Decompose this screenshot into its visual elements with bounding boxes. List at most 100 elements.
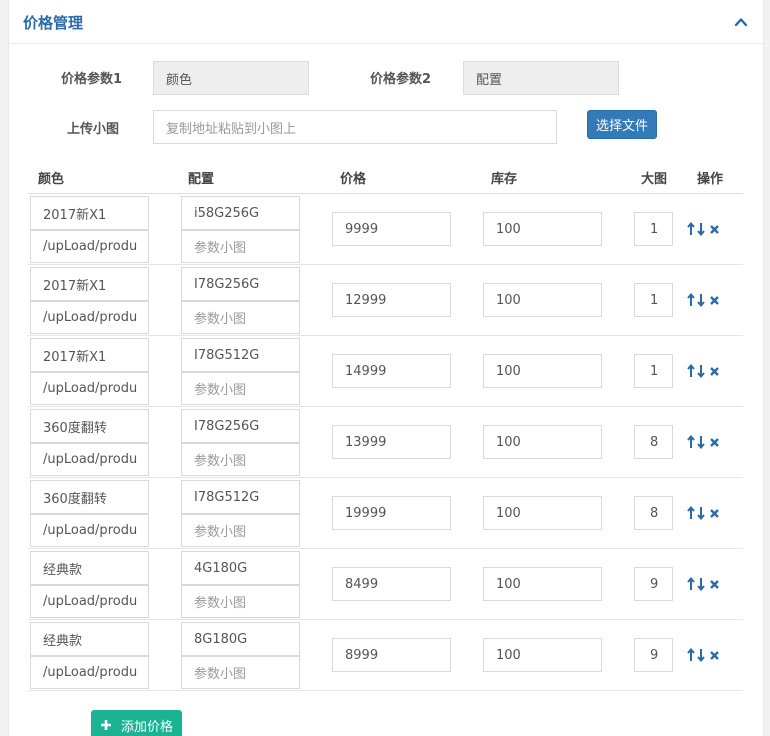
config-image-input[interactable]: 参数小图 — [181, 372, 300, 405]
arrow-down-icon[interactable] — [697, 506, 705, 520]
config-value-input[interactable]: i58G256G — [181, 196, 300, 230]
row-actions — [687, 220, 727, 238]
table-row: 2017新X1/upLoad/produ I78G256G 参数小图 12999 100… — [28, 265, 743, 336]
delete-icon[interactable] — [709, 435, 721, 449]
table-row: 经典款/upLoad/produ 4G180G 参数小图 8499 100 9 — [28, 549, 743, 620]
add-price-label: 添加价格 — [121, 719, 174, 735]
price-input[interactable]: 12999 — [332, 283, 451, 317]
delete-icon[interactable] — [709, 577, 721, 591]
color-image-input[interactable]: /upLoad/produ — [30, 514, 149, 547]
big-image-input[interactable]: 9 — [634, 567, 673, 601]
config-value-input[interactable]: 8G180G — [181, 622, 300, 656]
arrow-down-icon[interactable] — [697, 364, 705, 378]
arrow-down-icon[interactable] — [697, 222, 705, 236]
color-value-input[interactable]: 经典款 — [30, 551, 149, 585]
choose-file-button[interactable]: 选择文件 — [587, 110, 657, 139]
color-image-input[interactable]: /upLoad/produ — [30, 230, 149, 263]
header-big-image: 大图 — [641, 172, 668, 187]
delete-icon[interactable] — [709, 364, 721, 378]
stock-input[interactable]: 100 — [483, 567, 602, 601]
arrow-up-icon[interactable] — [687, 648, 695, 662]
color-image-input[interactable]: /upLoad/produ — [30, 443, 149, 476]
price-input[interactable]: 14999 — [332, 354, 451, 388]
delete-icon[interactable] — [709, 506, 721, 520]
config-value-input[interactable]: I78G512G — [181, 480, 300, 514]
row-actions — [687, 362, 727, 380]
color-value-input[interactable]: 360度翻转 — [30, 409, 149, 443]
color-image-input[interactable]: /upLoad/produ — [30, 301, 149, 334]
header-config: 配置 — [188, 172, 215, 187]
arrow-down-icon[interactable] — [697, 648, 705, 662]
color-value-input[interactable]: 2017新X1 — [30, 196, 149, 230]
color-image-input[interactable]: /upLoad/produ — [30, 656, 149, 689]
big-image-input[interactable]: 1 — [634, 354, 673, 388]
stock-input[interactable]: 100 — [483, 212, 602, 246]
delete-icon[interactable] — [709, 648, 721, 662]
param2-label: 价格参数2 — [370, 72, 432, 87]
arrow-down-icon[interactable] — [697, 293, 705, 307]
header-price: 价格 — [340, 172, 367, 187]
price-input[interactable]: 8999 — [332, 638, 451, 672]
config-value-input[interactable]: I78G512G — [181, 338, 300, 372]
big-image-input[interactable]: 1 — [634, 283, 673, 317]
upload-url-input[interactable]: 复制地址粘贴到小图上 — [153, 110, 557, 144]
delete-icon[interactable] — [709, 222, 721, 236]
row-actions — [687, 291, 727, 309]
color-image-input[interactable]: /upLoad/produ — [30, 372, 149, 405]
param1-field[interactable]: 颜色 — [153, 61, 309, 95]
arrow-up-icon[interactable] — [687, 364, 695, 378]
color-image-input[interactable]: /upLoad/produ — [30, 585, 149, 618]
color-value-input[interactable]: 经典款 — [30, 622, 149, 656]
upload-label: 上传小图 — [67, 122, 120, 137]
chevron-up-icon[interactable] — [733, 14, 749, 30]
arrow-down-icon[interactable] — [697, 435, 705, 449]
config-image-input[interactable]: 参数小图 — [181, 301, 300, 334]
table-row: 经典款/upLoad/produ 8G180G 参数小图 8999 100 9 — [28, 620, 743, 691]
price-input[interactable]: 19999 — [332, 496, 451, 530]
plus-icon — [101, 720, 111, 730]
config-image-input[interactable]: 参数小图 — [181, 585, 300, 618]
header-actions: 操作 — [697, 172, 724, 187]
color-value-input[interactable]: 2017新X1 — [30, 338, 149, 372]
price-input[interactable]: 9999 — [332, 212, 451, 246]
config-image-input[interactable]: 参数小图 — [181, 656, 300, 689]
color-value-input[interactable]: 360度翻转 — [30, 480, 149, 514]
param2-field[interactable]: 配置 — [463, 61, 619, 95]
config-value-input[interactable]: 4G180G — [181, 551, 300, 585]
big-image-input[interactable]: 8 — [634, 496, 673, 530]
big-image-input[interactable]: 1 — [634, 212, 673, 246]
table-row: 2017新X1/upLoad/produ I78G512G 参数小图 14999 100… — [28, 336, 743, 407]
price-management-panel: 价格管理 价格参数1 颜色 价格参数2 配置 上传小图 复制地址粘贴到小图上 选… — [8, 0, 764, 736]
config-image-input[interactable]: 参数小图 — [181, 230, 300, 263]
config-value-input[interactable]: I78G256G — [181, 267, 300, 301]
header-color: 颜色 — [38, 172, 65, 187]
row-actions — [687, 646, 727, 664]
stock-input[interactable]: 100 — [483, 638, 602, 672]
delete-icon[interactable] — [709, 293, 721, 307]
row-actions — [687, 433, 727, 451]
arrow-down-icon[interactable] — [697, 577, 705, 591]
arrow-up-icon[interactable] — [687, 293, 695, 307]
arrow-up-icon[interactable] — [687, 222, 695, 236]
color-value-input[interactable]: 2017新X1 — [30, 267, 149, 301]
table-row: 360度翻转/upLoad/produ I78G256G 参数小图 13999 100 8 — [28, 407, 743, 478]
stock-input[interactable]: 100 — [483, 283, 602, 317]
add-price-button[interactable]: 添加价格 — [91, 710, 182, 736]
big-image-input[interactable]: 9 — [634, 638, 673, 672]
arrow-up-icon[interactable] — [687, 435, 695, 449]
config-value-input[interactable]: I78G256G — [181, 409, 300, 443]
panel-title: 价格管理 — [23, 14, 84, 32]
panel-header: 价格管理 — [9, 0, 763, 44]
price-input[interactable]: 8499 — [332, 567, 451, 601]
config-image-input[interactable]: 参数小图 — [181, 443, 300, 476]
arrow-up-icon[interactable] — [687, 577, 695, 591]
header-stock: 库存 — [491, 172, 518, 187]
stock-input[interactable]: 100 — [483, 425, 602, 459]
stock-input[interactable]: 100 — [483, 496, 602, 530]
big-image-input[interactable]: 8 — [634, 425, 673, 459]
stock-input[interactable]: 100 — [483, 354, 602, 388]
config-image-input[interactable]: 参数小图 — [181, 514, 300, 547]
arrow-up-icon[interactable] — [687, 506, 695, 520]
table-row: 360度翻转/upLoad/produ I78G512G 参数小图 19999 100 8 — [28, 478, 743, 549]
price-input[interactable]: 13999 — [332, 425, 451, 459]
